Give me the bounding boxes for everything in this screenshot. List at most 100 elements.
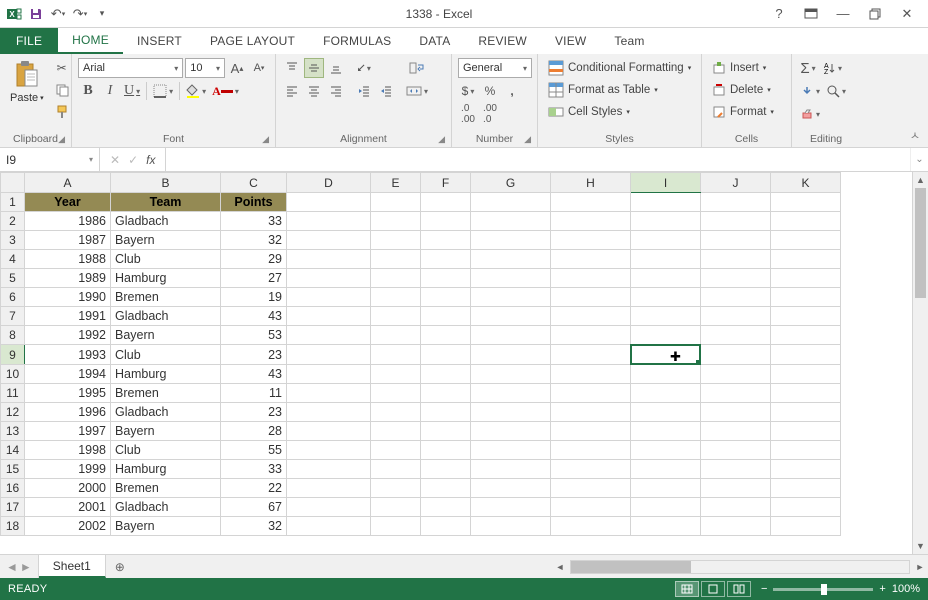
cell-D17[interactable] xyxy=(287,498,371,517)
cell-K6[interactable] xyxy=(771,288,841,307)
format-as-table-button[interactable]: Format as Table▾ xyxy=(544,80,695,100)
cell-H12[interactable] xyxy=(551,403,631,422)
cell-F8[interactable] xyxy=(421,326,471,345)
column-header-D[interactable]: D xyxy=(287,173,371,193)
cell-I3[interactable] xyxy=(631,231,701,250)
cell-K5[interactable] xyxy=(771,269,841,288)
cell-E1[interactable] xyxy=(371,193,421,212)
vscroll-track[interactable] xyxy=(913,188,928,538)
zoom-slider-knob[interactable] xyxy=(821,584,827,595)
fx-icon[interactable]: fx xyxy=(146,153,155,167)
cell-F17[interactable] xyxy=(421,498,471,517)
cell-C10[interactable]: 43 xyxy=(221,365,287,384)
tab-team[interactable]: Team xyxy=(600,28,658,54)
cell-K7[interactable] xyxy=(771,307,841,326)
cell-F1[interactable] xyxy=(421,193,471,212)
cell-G10[interactable] xyxy=(471,365,551,384)
scroll-down-icon[interactable]: ▼ xyxy=(913,538,928,554)
cell-F6[interactable] xyxy=(421,288,471,307)
row-header-7[interactable]: 7 xyxy=(1,307,25,326)
cell-D12[interactable] xyxy=(287,403,371,422)
cell-B1[interactable]: Team xyxy=(111,193,221,212)
cell-A12[interactable]: 1996 xyxy=(25,403,111,422)
increase-font-icon[interactable]: A▴ xyxy=(227,58,247,78)
cell-K12[interactable] xyxy=(771,403,841,422)
cell-E11[interactable] xyxy=(371,384,421,403)
cell-A18[interactable]: 2002 xyxy=(25,517,111,536)
cell-A13[interactable]: 1997 xyxy=(25,422,111,441)
cell-J12[interactable] xyxy=(701,403,771,422)
cell-I4[interactable] xyxy=(631,250,701,269)
tab-formulas[interactable]: FORMULAS xyxy=(309,28,405,54)
cell-C14[interactable]: 55 xyxy=(221,441,287,460)
cell-K8[interactable] xyxy=(771,326,841,345)
row-header-18[interactable]: 18 xyxy=(1,517,25,536)
zoom-level[interactable]: 100% xyxy=(892,583,920,595)
align-bottom-icon[interactable] xyxy=(326,58,346,78)
cell-D5[interactable] xyxy=(287,269,371,288)
cell-I2[interactable] xyxy=(631,212,701,231)
cell-I18[interactable] xyxy=(631,517,701,536)
cell-F3[interactable] xyxy=(421,231,471,250)
cell-A10[interactable]: 1994 xyxy=(25,365,111,384)
hscroll-track[interactable] xyxy=(570,560,910,574)
number-launcher-icon[interactable]: ◢ xyxy=(524,134,531,145)
cell-C1[interactable]: Points xyxy=(221,193,287,212)
cell-I11[interactable] xyxy=(631,384,701,403)
row-header-16[interactable]: 16 xyxy=(1,479,25,498)
cut-icon[interactable]: ✂ xyxy=(52,58,72,78)
row-header-5[interactable]: 5 xyxy=(1,269,25,288)
cell-E3[interactable] xyxy=(371,231,421,250)
cell-D13[interactable] xyxy=(287,422,371,441)
alignment-launcher-icon[interactable]: ◢ xyxy=(438,134,445,145)
ribbon-display-icon[interactable] xyxy=(798,4,824,24)
cell-D15[interactable] xyxy=(287,460,371,479)
cell-B6[interactable]: Bremen xyxy=(111,288,221,307)
cell-K4[interactable] xyxy=(771,250,841,269)
name-box[interactable]: I9▾ xyxy=(0,148,100,171)
save-icon[interactable] xyxy=(26,4,46,24)
cell-A16[interactable]: 2000 xyxy=(25,479,111,498)
cell-K2[interactable] xyxy=(771,212,841,231)
orientation-icon[interactable]: ⭩ xyxy=(354,58,374,78)
vertical-scrollbar[interactable]: ▲ ▼ xyxy=(912,172,928,554)
copy-icon[interactable] xyxy=(52,80,72,100)
cell-H3[interactable] xyxy=(551,231,631,250)
font-color-button[interactable]: A xyxy=(210,81,241,101)
row-header-12[interactable]: 12 xyxy=(1,403,25,422)
zoom-out-button[interactable]: − xyxy=(761,583,767,595)
format-painter-icon[interactable] xyxy=(52,102,72,122)
cell-D11[interactable] xyxy=(287,384,371,403)
qat-customize-icon[interactable]: ▾ xyxy=(92,4,112,24)
tab-page-layout[interactable]: PAGE LAYOUT xyxy=(196,28,309,54)
cell-G11[interactable] xyxy=(471,384,551,403)
cell-C18[interactable]: 32 xyxy=(221,517,287,536)
cell-D1[interactable] xyxy=(287,193,371,212)
cell-I1[interactable] xyxy=(631,193,701,212)
cell-G13[interactable] xyxy=(471,422,551,441)
select-all-corner[interactable] xyxy=(1,173,25,193)
cell-J10[interactable] xyxy=(701,365,771,384)
cell-I17[interactable] xyxy=(631,498,701,517)
cell-I14[interactable] xyxy=(631,441,701,460)
scroll-left-icon[interactable]: ◄ xyxy=(552,562,568,572)
conditional-formatting-button[interactable]: Conditional Formatting▾ xyxy=(544,58,695,78)
cell-E6[interactable] xyxy=(371,288,421,307)
cell-J13[interactable] xyxy=(701,422,771,441)
collapse-ribbon-icon[interactable]: ㅅ xyxy=(910,127,920,143)
cell-J7[interactable] xyxy=(701,307,771,326)
cell-H16[interactable] xyxy=(551,479,631,498)
decrease-decimal-icon[interactable]: .00.0 xyxy=(480,104,500,124)
align-right-icon[interactable] xyxy=(326,81,346,101)
cell-B8[interactable]: Bayern xyxy=(111,326,221,345)
cell-I5[interactable] xyxy=(631,269,701,288)
cell-G16[interactable] xyxy=(471,479,551,498)
cell-G12[interactable] xyxy=(471,403,551,422)
cell-C12[interactable]: 23 xyxy=(221,403,287,422)
cell-K1[interactable] xyxy=(771,193,841,212)
cell-B13[interactable]: Bayern xyxy=(111,422,221,441)
cell-F10[interactable] xyxy=(421,365,471,384)
cell-G17[interactable] xyxy=(471,498,551,517)
cell-C2[interactable]: 33 xyxy=(221,212,287,231)
new-sheet-button[interactable]: ⊕ xyxy=(106,555,134,578)
